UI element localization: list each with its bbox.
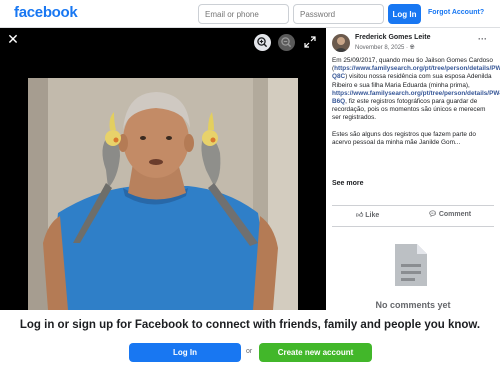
no-comments-icon: [393, 242, 429, 288]
zoom-in-icon[interactable]: [254, 34, 271, 51]
like-button[interactable]: 👍︎ Like: [356, 210, 379, 219]
comment-label: Comment: [438, 211, 472, 218]
comment-button[interactable]: 💬︎ Comment: [428, 210, 471, 218]
login-button[interactable]: Log In: [388, 4, 421, 24]
top-navigation-bar: facebook Log In Forgot Account?: [0, 0, 500, 28]
signup-prompt: Log in or sign up for Facebook to connec…: [19, 319, 481, 331]
signup-banner: Log in or sign up for Facebook to connec…: [0, 310, 500, 375]
comment-icon: 💬︎: [428, 211, 437, 218]
no-comments-text: No comments yet: [375, 300, 451, 310]
like-icon: 👍︎: [356, 212, 364, 219]
post-text-part-4: Estes são alguns dos registros que fazem…: [332, 130, 476, 147]
password-field[interactable]: [293, 4, 384, 24]
post-text-part-2: ) visitou nossa residência com sua espos…: [332, 73, 492, 89]
close-icon[interactable]: ✕: [4, 30, 22, 48]
fullscreen-icon[interactable]: [303, 35, 317, 49]
avatar[interactable]: [332, 34, 350, 52]
post-action-bar: 👍︎ Like 💬︎ Comment: [332, 205, 494, 227]
or-separator: or: [246, 348, 253, 355]
post-details-panel: Frederick Gomes Leite November 8, 2025 ·…: [326, 28, 500, 310]
post-text-part-3: , fiz este registros fotográficos para g…: [332, 98, 486, 122]
post-photo: [28, 78, 298, 310]
post-author[interactable]: Frederick Gomes Leite: [355, 34, 430, 41]
globe-icon: 🌐︎: [409, 45, 415, 51]
more-options-icon[interactable]: ···: [478, 34, 487, 44]
date-separator: ·: [406, 45, 409, 51]
banner-login-button[interactable]: Log In: [129, 343, 241, 362]
like-label: Like: [365, 212, 380, 219]
post-date-text[interactable]: November 8, 2025: [355, 45, 404, 51]
email-field[interactable]: [198, 4, 289, 24]
photo-illustration: [28, 78, 298, 310]
forgot-account-link[interactable]: Forgot Account?: [428, 9, 484, 16]
post-body: Em 25/09/2017, quando meu tio Jailson Go…: [332, 57, 500, 147]
facebook-logo[interactable]: facebook: [14, 4, 78, 21]
create-account-button[interactable]: Create new account: [259, 343, 372, 362]
photo-viewer: ✕: [0, 28, 326, 310]
zoom-out-icon[interactable]: [278, 34, 295, 51]
see-more-link[interactable]: See more: [332, 180, 364, 187]
post-date[interactable]: November 8, 2025 · 🌐︎: [355, 45, 415, 52]
